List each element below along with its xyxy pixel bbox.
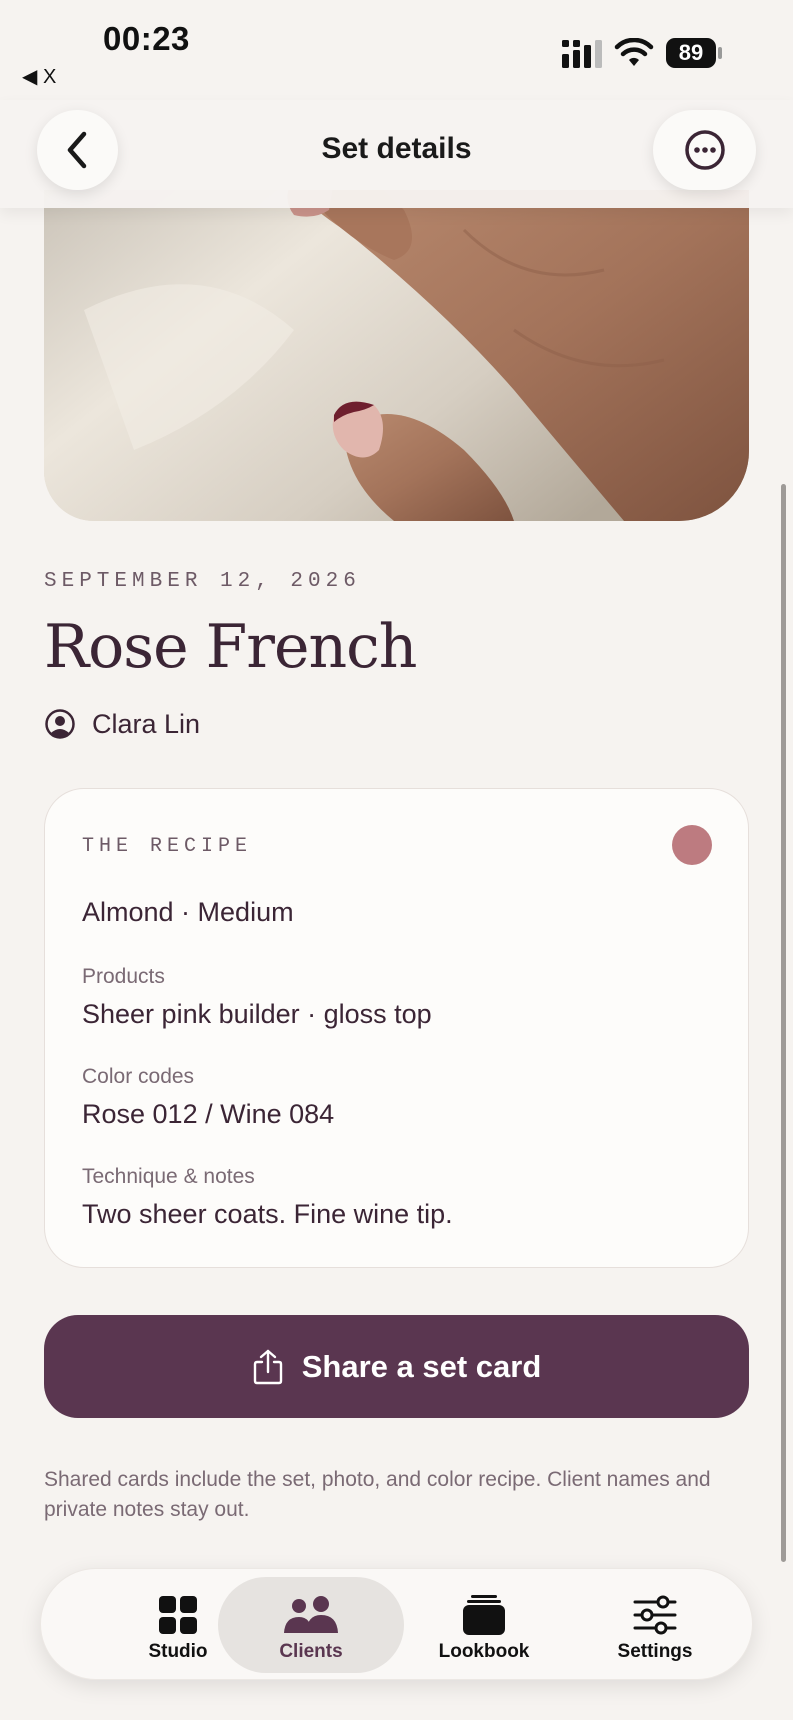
hand-nail-photo	[44, 190, 749, 521]
share-footnote: Shared cards include the set, photo, and…	[44, 1468, 711, 1521]
stack-icon	[463, 1595, 505, 1635]
client-link[interactable]: Clara Lin	[44, 706, 200, 742]
battery-icon: 89	[666, 38, 722, 68]
technique-label: Technique & notes	[82, 1165, 255, 1188]
set-title: Rose French	[44, 612, 417, 682]
ellipsis-circle-icon	[684, 130, 725, 170]
client-name: Clara Lin	[92, 708, 201, 739]
tab-settings-label: Settings	[617, 1641, 693, 1662]
shape-length: Almond · Medium	[82, 897, 294, 927]
recipe-card: THE RECIPE Almond · Medium Products Shee…	[44, 788, 749, 1268]
people-icon	[284, 1596, 338, 1633]
person-circle-icon	[45, 709, 75, 739]
cellular-signal-icon	[562, 40, 602, 68]
sliders-icon	[633, 1595, 677, 1635]
color-swatch	[672, 825, 712, 865]
status-bar: 00:23 ◀ X 89	[0, 0, 793, 100]
more-options-button[interactable]	[653, 110, 756, 190]
tab-clients-label: Clients	[279, 1641, 343, 1662]
products-value: Sheer pink builder · gloss top	[82, 999, 432, 1029]
share-icon	[253, 1349, 282, 1384]
color-codes-value: Rose 012 / Wine 084	[82, 1099, 335, 1129]
back-to-app-link[interactable]: ◀ X	[22, 64, 56, 89]
share-button-label: Share a set card	[301, 1348, 542, 1384]
color-codes-label: Color codes	[82, 1065, 195, 1088]
scrollbar[interactable]	[781, 484, 786, 1562]
status-time: 00:23	[103, 20, 190, 57]
battery-level: 89	[666, 38, 716, 68]
products-label: Products	[82, 965, 165, 988]
tab-lookbook-label: Lookbook	[438, 1641, 530, 1662]
tab-bar: Studio Clients Lookbook Settings	[40, 1568, 753, 1680]
navigation-bar: Set details	[0, 100, 793, 208]
set-date: SEPTEMBER 12, 2026	[44, 570, 361, 593]
tab-settings[interactable]: Settings	[562, 1577, 748, 1673]
wifi-icon	[614, 38, 654, 66]
tab-lookbook[interactable]: Lookbook	[391, 1577, 577, 1673]
grid-icon	[159, 1596, 197, 1634]
recipe-label: THE RECIPE	[82, 835, 253, 858]
tab-clients[interactable]: Clients	[218, 1577, 404, 1673]
technique-value: Two sheer coats. Fine wine tip.	[82, 1199, 453, 1229]
share-set-card-button[interactable]: Share a set card	[44, 1315, 749, 1418]
set-photo	[44, 190, 749, 521]
